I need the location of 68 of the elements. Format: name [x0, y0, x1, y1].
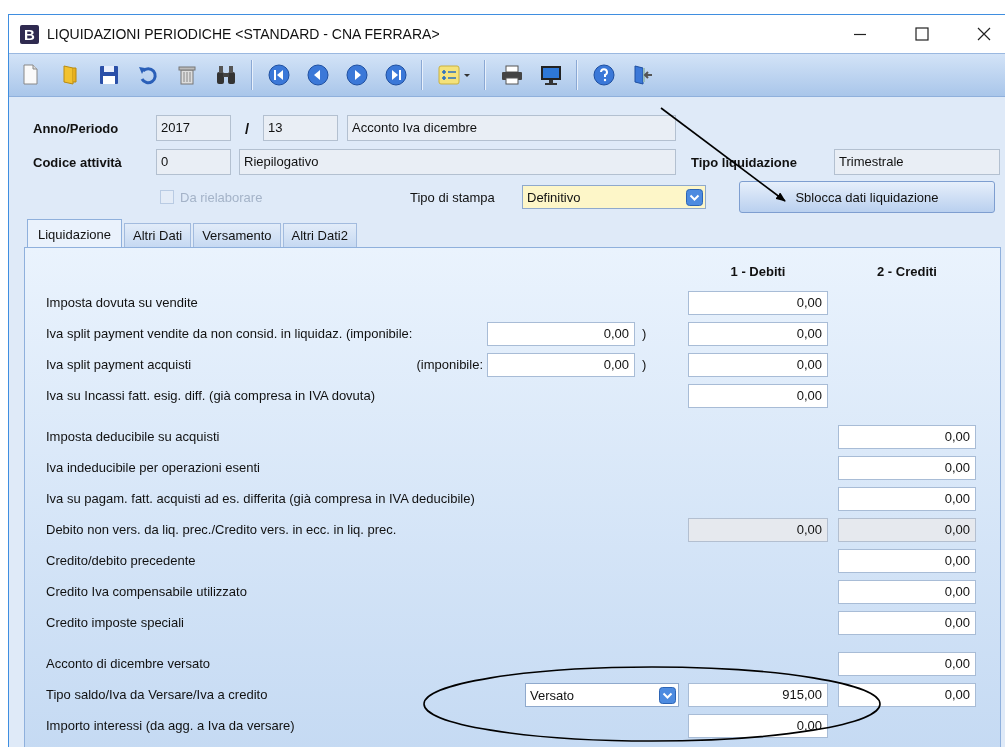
- credit-field[interactable]: 0,00: [838, 487, 976, 511]
- row-label: Iva indeducibile per operazioni esenti: [46, 459, 261, 477]
- row-label: Iva su Incassi fatt. esig. diff. (già compresa in IVA dovuta): [46, 387, 376, 405]
- credit-field[interactable]: 0,00: [838, 652, 976, 676]
- closing-parenthesis: ): [641, 356, 648, 374]
- credit-field[interactable]: 0,00: [838, 580, 976, 604]
- row-label: Debito non vers. da liq. prec./Credito vers. in ecc. in liq. prec.: [46, 521, 398, 539]
- window-title: LIQUIDAZIONI PERIODICHE <STANDARD - CNA FERRARA>: [47, 26, 440, 42]
- printer-icon[interactable]: [500, 63, 524, 87]
- credit-field[interactable]: 0,00: [838, 683, 976, 707]
- tab[interactable]: Versamento: [193, 223, 281, 247]
- row-label: Iva split payment vendite da non consid. in liquidaz. (imponibile:: [46, 325, 414, 343]
- amount-field[interactable]: 0,00: [487, 322, 635, 346]
- row-label: Iva su pagam. fatt. acquisti ad es. differita (già compresa in IVA deducibile): [46, 490, 476, 508]
- debit-field[interactable]: 0,00: [688, 291, 828, 315]
- amount-field[interactable]: 0,00: [487, 353, 635, 377]
- credit-field[interactable]: 0,00: [838, 549, 976, 573]
- credit-field[interactable]: 0,00: [838, 611, 976, 635]
- row-label: Credito Iva compensabile utilizzato: [46, 583, 248, 601]
- row-label: Acconto di dicembre versato: [46, 655, 212, 673]
- print-type-dropdown[interactable]: Definitivo: [522, 185, 706, 209]
- tab[interactable]: Liquidazione: [27, 219, 122, 247]
- maximize-icon[interactable]: [915, 27, 929, 41]
- app-logo: B: [20, 24, 39, 44]
- row-label: Importo interessi (da agg. a Iva da versare): [46, 717, 296, 735]
- balance-type-dropdown[interactable]: Versato: [525, 683, 679, 707]
- column-header: 2 - Crediti: [876, 263, 938, 281]
- row-label: Tipo saldo/Iva da Versare/Iva a credito: [46, 686, 269, 704]
- row-label: Credito/debito precedente: [46, 552, 197, 570]
- credit-field[interactable]: 0,00: [838, 425, 976, 449]
- checkbox-label: Da rielaborare: [180, 189, 264, 205]
- slash-separator: /: [243, 119, 251, 137]
- field-label: (imponibile:: [415, 356, 484, 374]
- period-description-field[interactable]: Acconto Iva dicembre: [347, 115, 676, 141]
- help-icon[interactable]: [592, 63, 616, 87]
- row-label: Imposta dovuta su vendite: [46, 294, 199, 312]
- next-icon[interactable]: [345, 63, 369, 87]
- first-record-icon[interactable]: [267, 63, 291, 87]
- last-record-icon[interactable]: [384, 63, 408, 87]
- column-header: 1 - Debiti: [729, 263, 787, 281]
- unlock-data-button[interactable]: Sblocca dati liquidazione: [739, 181, 995, 213]
- closing-parenthesis: ): [641, 325, 648, 343]
- debit-field[interactable]: 0,00: [688, 384, 828, 408]
- debit-field[interactable]: 0,00: [688, 353, 828, 377]
- field-label: Anno/Periodo: [32, 120, 120, 136]
- tab[interactable]: Altri Dati: [124, 223, 192, 247]
- row-label: Iva split payment acquisti: [46, 356, 193, 374]
- list-icon[interactable]: [437, 63, 471, 87]
- binoculars-icon[interactable]: [214, 63, 238, 87]
- settlement-type-field[interactable]: Trimestrale: [834, 149, 1000, 175]
- debit-field[interactable]: 0,00: [688, 714, 828, 738]
- debit-field[interactable]: 915,00: [688, 683, 828, 707]
- monitor-icon[interactable]: [539, 63, 563, 87]
- activity-code-field[interactable]: 0: [156, 149, 231, 175]
- save-icon[interactable]: [97, 63, 121, 87]
- close-icon[interactable]: [977, 27, 991, 41]
- tab[interactable]: Altri Dati2: [282, 223, 357, 247]
- credit-field[interactable]: 0,00: [838, 456, 976, 480]
- debit-field[interactable]: 0,00: [688, 322, 828, 346]
- field-label: Tipo di stampa: [410, 189, 496, 205]
- activity-description-field[interactable]: Riepilogativo: [239, 149, 676, 175]
- period-field[interactable]: 13: [263, 115, 338, 141]
- previous-icon[interactable]: [306, 63, 330, 87]
- field-label: Codice attività: [32, 154, 123, 170]
- row-label: Imposta deducibile su acquisti: [46, 428, 221, 446]
- year-field[interactable]: 2017: [156, 115, 231, 141]
- row-label: Credito imposte speciali: [46, 614, 185, 632]
- exit-door-icon[interactable]: [631, 63, 655, 87]
